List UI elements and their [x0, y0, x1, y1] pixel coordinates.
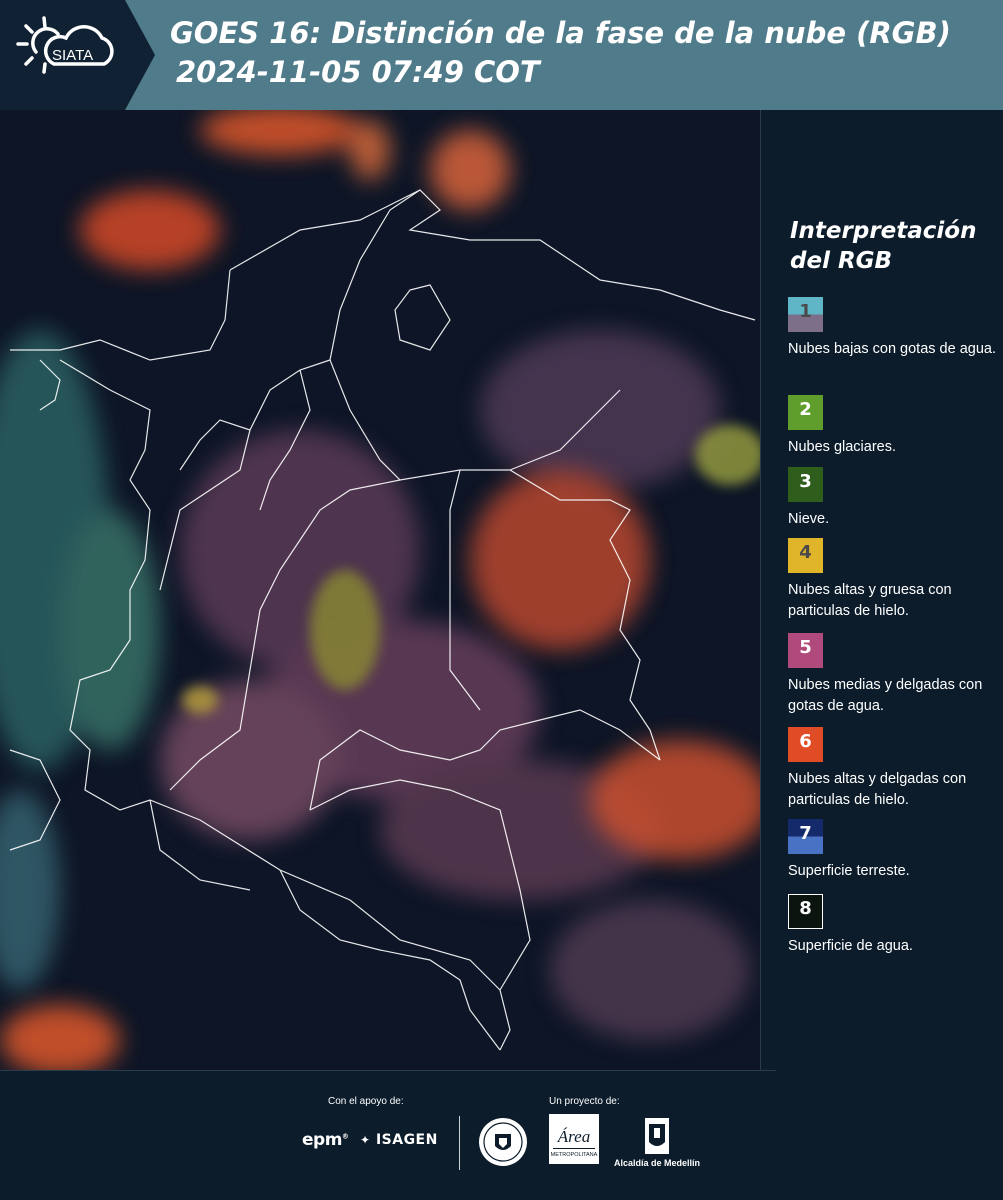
svg-text:METROPOLITANA: METROPOLITANA	[551, 1152, 598, 1158]
legend-number: 3	[799, 471, 812, 492]
legend-number: 8	[799, 898, 812, 919]
isagen-logo-text: ISAGEN	[375, 1132, 438, 1148]
epm-logo: epm®	[302, 1130, 349, 1150]
map-divider	[760, 110, 761, 1070]
legend-label: Nubes altas y delgadas con particulas de…	[788, 771, 967, 808]
legend-number: 2	[799, 399, 812, 420]
epm-logo-text: epm	[302, 1130, 342, 1150]
legend-label: Superficie de agua.	[788, 938, 913, 954]
area-metropolitana-logo: Área METROPOLITANA	[549, 1114, 599, 1172]
siata-logo: SIATA	[0, 0, 155, 110]
isagen-icon: ✦	[360, 1133, 371, 1147]
footer: Con el apoyo de: Un proyecto de: epm® ✦ …	[0, 1070, 1003, 1200]
legend-number: 1	[799, 301, 812, 322]
footer-divider-line	[0, 1070, 776, 1071]
legend-label: Nieve.	[788, 511, 830, 527]
project-label: Un proyecto de:	[549, 1096, 620, 1107]
legend-title: Interpretación del RGB	[790, 218, 977, 274]
isagen-logo: ✦ ISAGEN	[360, 1132, 438, 1148]
legend-label: Nubes glaciares.	[788, 439, 896, 455]
header-bar: SIATA GOES 16: Distinción de la fase de …	[0, 0, 1003, 110]
legend-label: Nubes medias y delgadas con gotas de agu…	[788, 677, 983, 714]
legend-number: 5	[799, 637, 812, 658]
svg-text:Área: Área	[557, 1127, 590, 1146]
legend-number: 6	[799, 731, 812, 752]
footer-vertical-divider	[459, 1116, 460, 1170]
timestamp: 2024-11-05 07:49 COT	[176, 55, 540, 89]
legend-label: Nubes altas y gruesa con particulas de h…	[788, 582, 952, 619]
alcaldia-shield-icon	[645, 1118, 669, 1154]
sun-cloud-icon: SIATA	[16, 16, 114, 74]
page-title: GOES 16: Distinción de la fase de la nub…	[170, 16, 951, 50]
area-metropolitana-icon: Área METROPOLITANA	[549, 1114, 599, 1164]
legend-panel: Interpretación del RGB 1 Nubes bajas con…	[778, 110, 998, 1070]
support-label: Con el apoyo de:	[328, 1096, 404, 1107]
alcaldia-medellin-logo: Alcaldía de Medellín	[612, 1116, 702, 1174]
logo-text: SIATA	[52, 47, 93, 64]
legend-label: Superficie terreste.	[788, 863, 910, 879]
legend-number: 7	[799, 823, 812, 844]
satellite-map	[0, 110, 760, 1070]
medellin-seal-icon	[479, 1118, 527, 1166]
alcaldia-text: Alcaldía de Medellín	[613, 1158, 701, 1168]
legend-label: Nubes bajas con gotas de agua.	[788, 341, 996, 357]
legend-number: 4	[799, 542, 812, 563]
